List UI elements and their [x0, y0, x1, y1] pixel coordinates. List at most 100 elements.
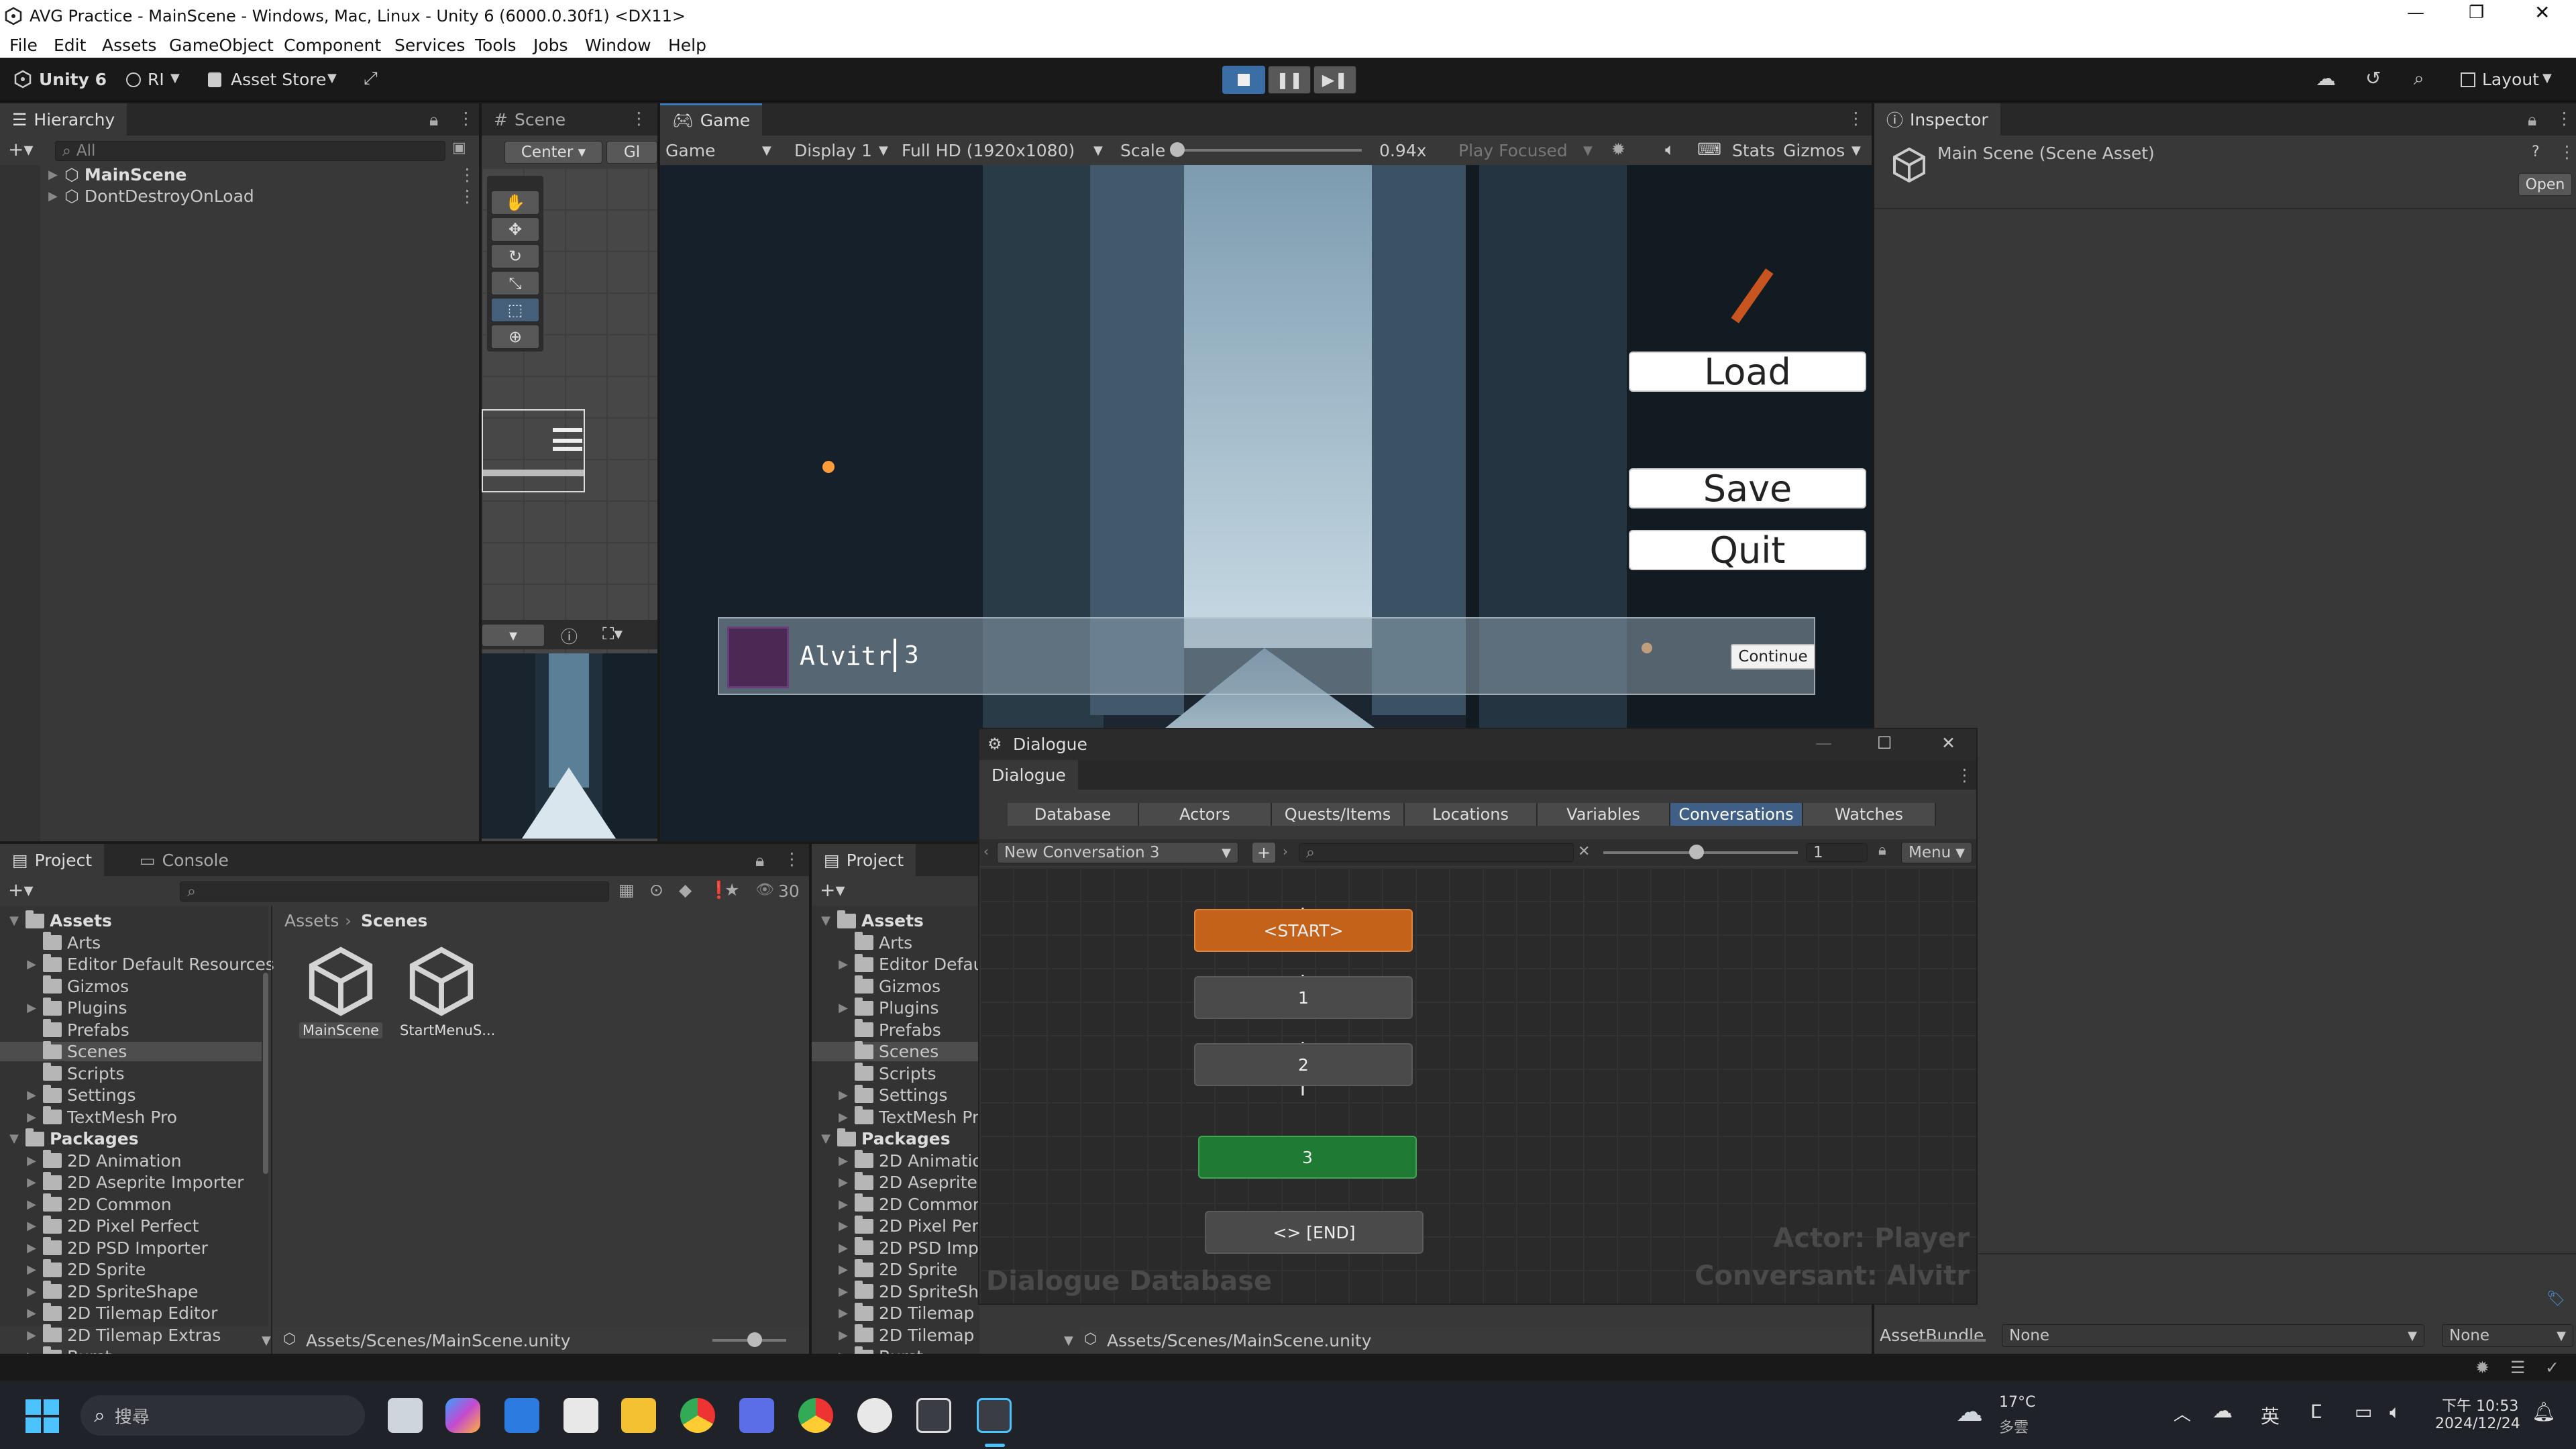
filter-type-icon[interactable]: ▦	[619, 880, 635, 900]
tab-database[interactable]: Database	[1008, 803, 1139, 826]
tree-folder-item[interactable]: ▶ Editor Default	[837, 953, 979, 974]
version-control-icon[interactable]: ⤢	[364, 68, 378, 89]
kebab-menu-icon[interactable]: ⋮	[459, 186, 476, 206]
fit-icon[interactable]: ⛶▾	[602, 624, 623, 644]
camera-dropdown[interactable]: ▾	[482, 624, 545, 647]
asset-tile-mainscene[interactable]: MainScene	[299, 945, 382, 1045]
tree-root-item[interactable]: ▼ Assets	[820, 910, 979, 930]
store-icon[interactable]	[504, 1398, 539, 1433]
variant-dropdown[interactable]: None ▼	[2442, 1324, 2573, 1347]
history-icon[interactable]: ↺	[2365, 67, 2381, 89]
minimize-button[interactable]: —	[1815, 733, 1832, 753]
unity-editor-icon[interactable]	[977, 1398, 1012, 1433]
tree-folder-item[interactable]: ▶ 2D Sprite	[837, 1258, 979, 1279]
play-button[interactable]	[1222, 66, 1265, 94]
tree-folder-item[interactable]: ▶ 2D Common	[837, 1193, 979, 1214]
expand-arrow-icon[interactable]: ▶	[837, 1197, 849, 1212]
tree-folder-item[interactable]: Gizmos	[25, 975, 287, 996]
expand-arrow-icon[interactable]: ▶	[837, 1328, 849, 1342]
quit-button[interactable]: Quit	[1629, 529, 1866, 572]
expand-arrow-icon[interactable]: ▶	[837, 1306, 849, 1320]
menu-window[interactable]: Window	[585, 36, 651, 55]
expand-arrow-icon[interactable]: ▶	[25, 1241, 38, 1255]
scale-tool-icon[interactable]: ⤡	[491, 271, 539, 295]
chrome-icon-2[interactable]	[798, 1398, 833, 1433]
stats-button[interactable]: Stats	[1732, 141, 1775, 160]
show-hidden-icons[interactable]: ︿	[2174, 1401, 2191, 1426]
expand-arrow-icon[interactable]: ▶	[837, 1175, 849, 1189]
kebab-menu-icon[interactable]: ⋮	[1847, 109, 1864, 128]
pivot-dropdown[interactable]: Center ▾	[504, 141, 602, 164]
tree-folder-item[interactable]: ▶ Settings	[25, 1084, 287, 1105]
display-dropdown[interactable]: Display 1	[794, 141, 872, 160]
task-view-icon[interactable]	[388, 1398, 423, 1433]
tree-folder-item[interactable]: Gizmos	[837, 975, 979, 996]
layout-dropdown[interactable]: Layout	[2482, 70, 2539, 89]
menu-jobs[interactable]: Jobs	[533, 36, 568, 55]
expand-arrow-icon[interactable]: ▶	[25, 1328, 38, 1342]
assetbundle-dropdown[interactable]: None ▼	[2002, 1324, 2424, 1347]
hierarchy-search-input[interactable]: ⌕ All	[55, 141, 445, 161]
chevron-down-icon[interactable]: ▼	[262, 1334, 271, 1348]
move-tool-icon[interactable]: ✥	[491, 217, 539, 241]
create-asset-button[interactable]: +▾	[8, 879, 34, 901]
load-button[interactable]: Load	[1629, 351, 1866, 393]
tree-scrollbar[interactable]	[263, 973, 268, 1174]
expand-arrow-icon[interactable]: ▶	[25, 1175, 38, 1189]
tab-inspector[interactable]: ⓘ Inspector	[1874, 103, 2000, 136]
expand-arrow-icon[interactable]: ▶	[837, 957, 849, 971]
conversation-dropdown[interactable]: New Conversation 3 ▼	[997, 842, 1238, 863]
taskbar-search-input[interactable]: ⌕ 搜尋	[80, 1395, 365, 1436]
node-2[interactable]: 2	[1194, 1043, 1413, 1086]
minimize-button[interactable]: —	[2407, 3, 2424, 23]
favorite-icon[interactable]: ★	[724, 880, 739, 900]
tab-dialogue[interactable]: Dialogue	[979, 760, 1078, 790]
expand-arrow-icon[interactable]: ▶	[837, 1219, 849, 1233]
tree-folder-item[interactable]: ▶ 2D PSD Importer	[25, 1237, 287, 1258]
expand-arrow-icon[interactable]: ▼	[8, 914, 20, 928]
zoom-slider-handle[interactable]	[1689, 845, 1704, 859]
expand-arrow-icon[interactable]: ▶	[837, 1110, 849, 1124]
expand-arrow-icon[interactable]: ▶	[25, 1306, 38, 1320]
check-icon[interactable]: ✓	[2545, 1358, 2559, 1377]
tree-folder-item[interactable]: ▶ 2D Sprite	[25, 1258, 287, 1279]
expand-arrow-icon[interactable]: ▶	[837, 1001, 849, 1015]
tree-folder-item[interactable]: ▶ Settings	[837, 1084, 979, 1105]
ime-indicator[interactable]: 英	[2261, 1402, 2279, 1429]
media-player-icon[interactable]	[857, 1398, 892, 1433]
expand-arrow-icon[interactable]: ▶	[47, 168, 59, 182]
lock-icon[interactable]: 🔒︎	[429, 110, 438, 130]
search-icon[interactable]: ⌕	[2414, 67, 2424, 90]
volume-icon[interactable]: 🔈︎	[2390, 1401, 2401, 1424]
icon-size-slider-handle[interactable]	[747, 1332, 762, 1347]
global-dropdown[interactable]: Gl	[606, 141, 657, 164]
conversation-search-input[interactable]: ⌕	[1299, 843, 1574, 862]
bug-icon[interactable]: ✹	[2475, 1358, 2489, 1377]
maximize-button[interactable]: ❐	[2469, 3, 2484, 23]
kebab-menu-icon[interactable]: ⋮	[2556, 109, 2573, 128]
expand-arrow-icon[interactable]: ▼	[820, 1132, 832, 1146]
create-asset-button[interactable]: +▾	[820, 879, 845, 901]
expand-arrow-icon[interactable]: ▶	[25, 1263, 38, 1277]
asset-store-button[interactable]: Asset Store	[231, 70, 326, 89]
menu-assets[interactable]: Assets	[102, 36, 156, 55]
node-3[interactable]: 3	[1198, 1136, 1417, 1179]
tab-locations[interactable]: Locations	[1405, 803, 1538, 826]
stack-icon[interactable]: ☰	[2510, 1358, 2525, 1377]
menu-services[interactable]: Services	[394, 36, 465, 55]
menu-tools[interactable]: Tools	[475, 36, 517, 55]
tree-folder-item[interactable]: ▶ 2D SpriteShape	[25, 1281, 287, 1301]
tree-folder-item[interactable]: ▶ 2D Tilemap Extras	[25, 1324, 287, 1345]
copilot-icon[interactable]	[445, 1398, 480, 1433]
expand-arrow-icon[interactable]: ▶	[837, 1154, 849, 1168]
unity-version-label[interactable]: Unity 6	[39, 70, 107, 89]
tab-console[interactable]: ▭ Console	[127, 844, 241, 876]
pause-button[interactable]: ❚❚	[1268, 66, 1311, 94]
ime-mode-icon[interactable]: ⵎ	[2310, 1401, 2322, 1423]
node-1[interactable]: 1	[1194, 976, 1413, 1019]
lock-icon[interactable]: 🔒︎	[2528, 110, 2536, 130]
tab-hierarchy[interactable]: ☰ Hierarchy	[0, 103, 127, 136]
hierarchy-item-dontdestroyonload[interactable]: ▶ ⬡ DontDestroyOnLoad	[47, 186, 254, 206]
tree-folder-item[interactable]: ▶ TextMesh Pro	[837, 1106, 979, 1127]
kebab-menu-icon[interactable]: ⋮	[784, 849, 800, 869]
